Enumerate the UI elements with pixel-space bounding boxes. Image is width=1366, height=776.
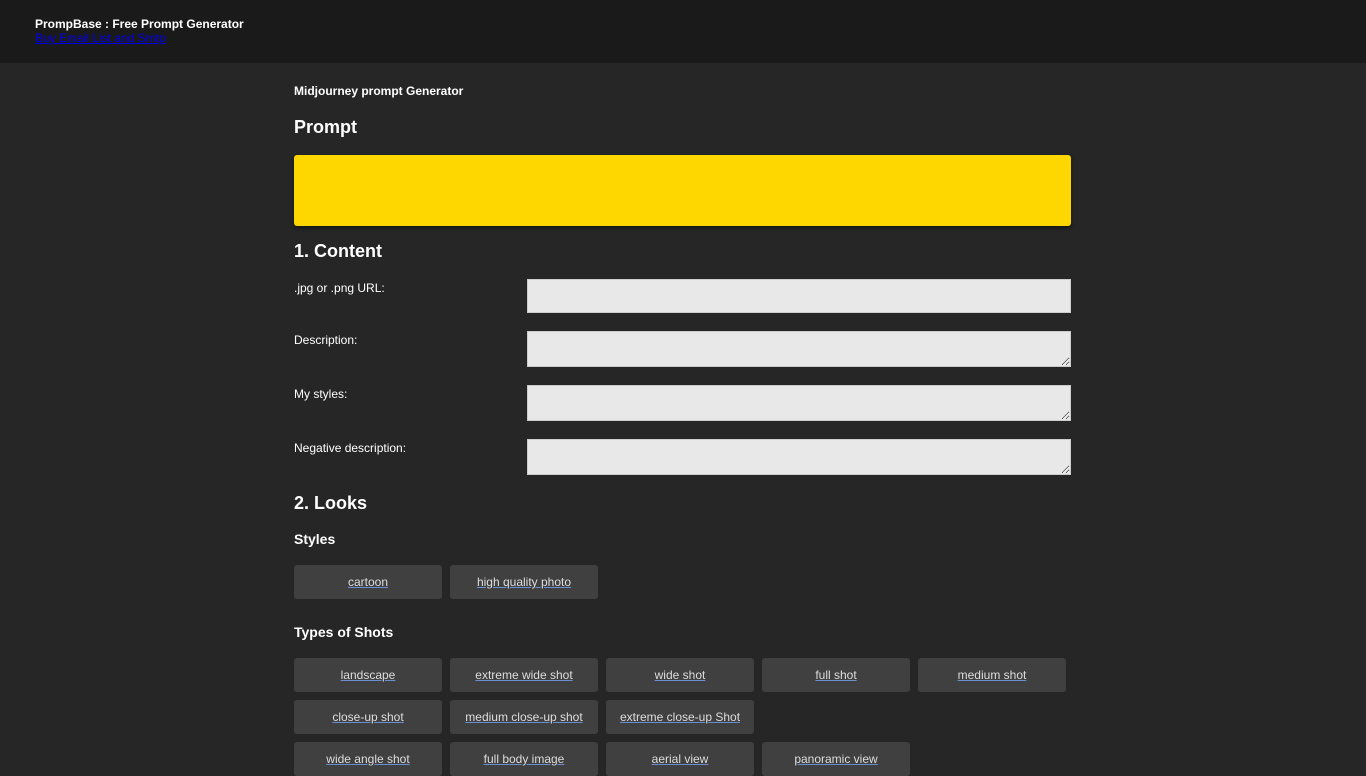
shots-group: landscape extreme wide shot wide shot full …	[294, 658, 1071, 776]
negative-description-label: Negative description:	[294, 441, 407, 455]
site-header: PrompBase : Free Prompt Generator Buy Em…	[0, 0, 1366, 63]
prompt-output[interactable]	[294, 155, 1071, 226]
shot-button[interactable]: full shot	[762, 658, 910, 692]
prompt-heading: Prompt	[294, 117, 357, 137]
description-label: Description:	[294, 333, 358, 347]
shot-button[interactable]: extreme close-up Shot	[606, 700, 754, 734]
email-list-link[interactable]: Buy Email List and Smtp	[35, 31, 1331, 45]
shot-button[interactable]: medium shot	[918, 658, 1066, 692]
my-styles-input[interactable]	[527, 385, 1071, 421]
shot-button[interactable]: medium close-up shot	[450, 700, 598, 734]
url-input[interactable]	[527, 279, 1071, 313]
page-subtitle: Midjourney prompt Generator	[294, 84, 464, 98]
shot-button[interactable]: close-up shot	[294, 700, 442, 734]
shot-button[interactable]: panoramic view	[762, 742, 910, 776]
looks-heading: 2. Looks	[294, 493, 368, 513]
description-input[interactable]	[527, 331, 1071, 367]
shot-button[interactable]: wide shot	[606, 658, 754, 692]
shot-button[interactable]: aerial view	[606, 742, 754, 776]
styles-heading: Styles	[294, 531, 336, 547]
generator: Midjourney prompt Generator Prompt 1. Co…	[294, 63, 1071, 776]
styles-group: cartoon high quality photo	[294, 565, 1074, 599]
content-heading: 1. Content	[294, 241, 382, 261]
shot-button[interactable]: full body image	[450, 742, 598, 776]
style-button[interactable]: cartoon	[294, 565, 442, 599]
negative-description-input[interactable]	[527, 439, 1071, 475]
style-button[interactable]: high quality photo	[450, 565, 598, 599]
site-title: PrompBase : Free Prompt Generator	[35, 17, 244, 31]
shot-button[interactable]: landscape	[294, 658, 442, 692]
shot-button[interactable]: extreme wide shot	[450, 658, 598, 692]
shot-button[interactable]: wide angle shot	[294, 742, 442, 776]
url-label: .jpg or .png URL:	[294, 281, 385, 295]
shots-heading: Types of Shots	[294, 624, 394, 640]
my-styles-label: My styles:	[294, 387, 348, 401]
